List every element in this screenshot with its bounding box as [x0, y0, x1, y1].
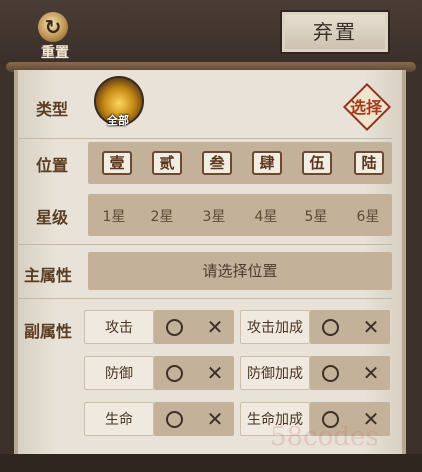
sub-attr-hp: 生命 ✕	[84, 402, 236, 438]
position-5-label: 伍	[309, 154, 325, 172]
close-icon[interactable]: ✕	[204, 406, 226, 432]
circle-icon[interactable]	[322, 319, 339, 336]
position-1[interactable]: 壹	[100, 148, 134, 178]
star-5[interactable]: 5星	[296, 206, 336, 226]
position-1-label: 壹	[109, 154, 125, 172]
divider	[16, 298, 392, 299]
scroll-rod-bottom	[0, 454, 422, 472]
sub-attr-name: 防御	[84, 356, 154, 390]
star-6[interactable]: 6星	[348, 206, 388, 226]
circle-icon[interactable]	[322, 365, 339, 382]
close-icon[interactable]: ✕	[360, 314, 382, 340]
sub-attr-attack: 攻击 ✕	[84, 310, 236, 346]
reset-label: 重置	[41, 45, 69, 61]
circle-icon[interactable]	[166, 365, 183, 382]
sub-attr-defense-bonus: 防御加成 ✕	[240, 356, 392, 392]
type-label: 类型	[36, 100, 69, 119]
sub-attr-name: 生命	[84, 402, 154, 436]
position-2-label: 贰	[159, 154, 175, 172]
watermark: 58codes	[270, 422, 379, 452]
reset-button[interactable]: ↻ 重置	[30, 10, 80, 62]
sub-attr-controls: ✕	[154, 310, 234, 344]
sub-attr-defense: 防御 ✕	[84, 356, 236, 392]
close-icon[interactable]: ✕	[204, 360, 226, 386]
divider	[16, 244, 392, 245]
close-icon[interactable]: ✕	[360, 360, 382, 386]
position-2[interactable]: 贰	[150, 148, 184, 178]
main-attr-select[interactable]: 请选择位置	[88, 252, 392, 290]
position-3-label: 叁	[209, 154, 225, 172]
star-label: 星级	[36, 208, 69, 227]
position-4[interactable]: 肆	[250, 148, 284, 178]
sub-attr-label: 副属性	[24, 322, 73, 341]
position-6[interactable]: 陆	[352, 148, 386, 178]
sub-attr-name: 攻击加成	[240, 310, 310, 344]
sub-attr-attack-bonus: 攻击加成 ✕	[240, 310, 392, 346]
circle-icon[interactable]	[166, 411, 183, 428]
discard-button[interactable]: 弃置	[280, 10, 390, 54]
star-2[interactable]: 2星	[142, 206, 182, 226]
sub-attr-controls: ✕	[154, 356, 234, 390]
sub-attr-controls: ✕	[310, 310, 390, 344]
position-3[interactable]: 叁	[200, 148, 234, 178]
divider	[16, 138, 392, 139]
position-label: 位置	[36, 156, 69, 175]
sub-attr-controls: ✕	[310, 356, 390, 390]
star-1[interactable]: 1星	[94, 206, 134, 226]
close-icon[interactable]: ✕	[204, 314, 226, 340]
sub-attr-name: 攻击	[84, 310, 154, 344]
select-button[interactable]: 选择	[342, 82, 392, 132]
refresh-icon: ↻	[38, 12, 68, 42]
sub-attr-name: 防御加成	[240, 356, 310, 390]
star-3[interactable]: 3星	[194, 206, 234, 226]
type-all-button[interactable]: 全部	[94, 76, 144, 128]
position-6-label: 陆	[361, 154, 377, 172]
type-value: 全部	[107, 114, 129, 127]
position-4-label: 肆	[259, 154, 275, 172]
select-label: 选择	[349, 98, 382, 117]
main-attr-label: 主属性	[24, 266, 73, 285]
circle-icon[interactable]	[166, 319, 183, 336]
sub-attr-controls: ✕	[154, 402, 234, 436]
position-5[interactable]: 伍	[300, 148, 334, 178]
star-4[interactable]: 4星	[246, 206, 286, 226]
